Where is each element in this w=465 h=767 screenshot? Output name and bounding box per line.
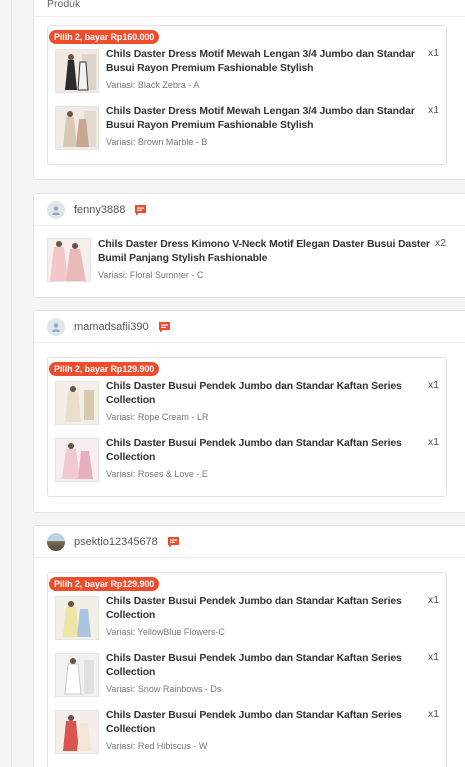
product-name[interactable]: Chils Daster Busui Pendek Jumbo dan Stan…: [106, 709, 428, 737]
order-card: psektio12345678 Pilih 2, bayar Rp129.900…: [33, 525, 465, 767]
order-item[interactable]: Chils Daster Busui Pendek Jumbo dan Stan…: [55, 593, 447, 643]
bundle-box: Pilih 2, bayar Rp129.900 Chils Daster Bu…: [47, 572, 447, 767]
chat-icon[interactable]: [158, 321, 171, 333]
product-name[interactable]: Chils Daster Busui Pendek Jumbo dan Stan…: [106, 595, 428, 623]
chat-icon[interactable]: [167, 536, 180, 548]
variant-label: Variasi: YellowBlue Flowers-C: [106, 627, 225, 637]
promo-badge: Pilih 2, bayar Rp129.900: [49, 362, 160, 376]
product-thumbnail[interactable]: [55, 710, 99, 754]
product-thumbnail[interactable]: [55, 438, 99, 482]
bundle-box: Pilih 2, bayar Rp129.900 Chils Daster Bu…: [47, 357, 447, 497]
quantity: x1: [428, 709, 439, 720]
quantity: x2: [435, 238, 446, 249]
promo-badge: Pilih 2, bayar Rp160.000: [49, 30, 160, 44]
card-header: psektio12345678: [34, 526, 465, 558]
product-thumbnail[interactable]: [55, 381, 99, 425]
product-name[interactable]: Chils Daster Busui Pendek Jumbo dan Stan…: [106, 437, 428, 465]
card-header: mamadsafii390: [34, 311, 465, 343]
product-name[interactable]: Chils Daster Dress Kimono V-Neck Motif E…: [98, 238, 433, 266]
product-name[interactable]: Chils Daster Busui Pendek Jumbo dan Stan…: [106, 652, 428, 680]
card-header: Produk: [34, 0, 465, 17]
order-card: fenny3888 Chils Daster Dress Kimono V-Ne…: [33, 193, 465, 298]
quantity: x1: [428, 105, 439, 116]
quantity: x1: [428, 380, 439, 391]
bundle-box: Pilih 2, bayar Rp160.000 Chils Daster Dr…: [47, 25, 447, 165]
chat-icon[interactable]: [134, 204, 147, 216]
quantity: x1: [428, 595, 439, 606]
left-rail: [0, 0, 12, 767]
product-thumbnail[interactable]: [55, 653, 99, 697]
variant-label: Variasi: Snow Rainbows - Ds: [106, 684, 222, 694]
variant-label: Variasi: Roses & Love - E: [106, 469, 208, 479]
quantity: x1: [428, 652, 439, 663]
user-avatar-icon: [47, 200, 65, 219]
order-item[interactable]: Chils Daster Busui Pendek Jumbo dan Stan…: [55, 435, 447, 485]
variant-label: Variasi: Brown Marble - B: [106, 137, 208, 147]
product-name[interactable]: Chils Daster Dress Motif Mewah Lengan 3/…: [106, 105, 428, 133]
order-item[interactable]: Chils Daster Dress Motif Mewah Lengan 3/…: [55, 46, 447, 96]
order-item[interactable]: Chils Daster Busui Pendek Jumbo dan Stan…: [55, 378, 447, 428]
variant-label: Variasi: Rope Cream - LR: [106, 412, 209, 422]
buyer-username[interactable]: mamadsafii390: [74, 321, 149, 333]
order-item[interactable]: Chils Daster Busui Pendek Jumbo dan Stan…: [55, 650, 447, 700]
products-header-label: Produk: [47, 0, 81, 10]
card-header: fenny3888: [34, 194, 465, 226]
product-thumbnail[interactable]: [55, 596, 99, 640]
order-item[interactable]: Chils Daster Busui Pendek Jumbo dan Stan…: [55, 707, 447, 757]
product-name[interactable]: Chils Daster Busui Pendek Jumbo dan Stan…: [106, 380, 428, 408]
order-item[interactable]: Chils Daster Dress Kimono V-Neck Motif E…: [47, 236, 446, 286]
buyer-username[interactable]: psektio12345678: [74, 536, 158, 548]
quantity: x1: [428, 437, 439, 448]
product-name[interactable]: Chils Daster Dress Motif Mewah Lengan 3/…: [106, 48, 428, 76]
quantity: x1: [428, 48, 439, 59]
product-thumbnail[interactable]: [55, 106, 99, 150]
variant-label: Variasi: Floral Summer - C: [98, 270, 204, 280]
product-thumbnail[interactable]: [47, 238, 91, 282]
buyer-username[interactable]: fenny3888: [74, 204, 125, 216]
promo-badge: Pilih 2, bayar Rp129.900: [49, 577, 160, 591]
product-thumbnail[interactable]: [55, 49, 99, 93]
order-card: mamadsafii390 Pilih 2, bayar Rp129.900 C…: [33, 310, 465, 513]
variant-label: Variasi: Red Hibiscus - W: [106, 741, 208, 751]
order-card: Produk Pilih 2, bayar Rp160.000 Chils Da…: [33, 0, 465, 180]
user-avatar-icon: [47, 532, 65, 551]
order-item[interactable]: Chils Daster Dress Motif Mewah Lengan 3/…: [55, 103, 447, 153]
variant-label: Variasi: Black Zebra - A: [106, 80, 200, 90]
user-avatar-icon: [47, 317, 65, 336]
